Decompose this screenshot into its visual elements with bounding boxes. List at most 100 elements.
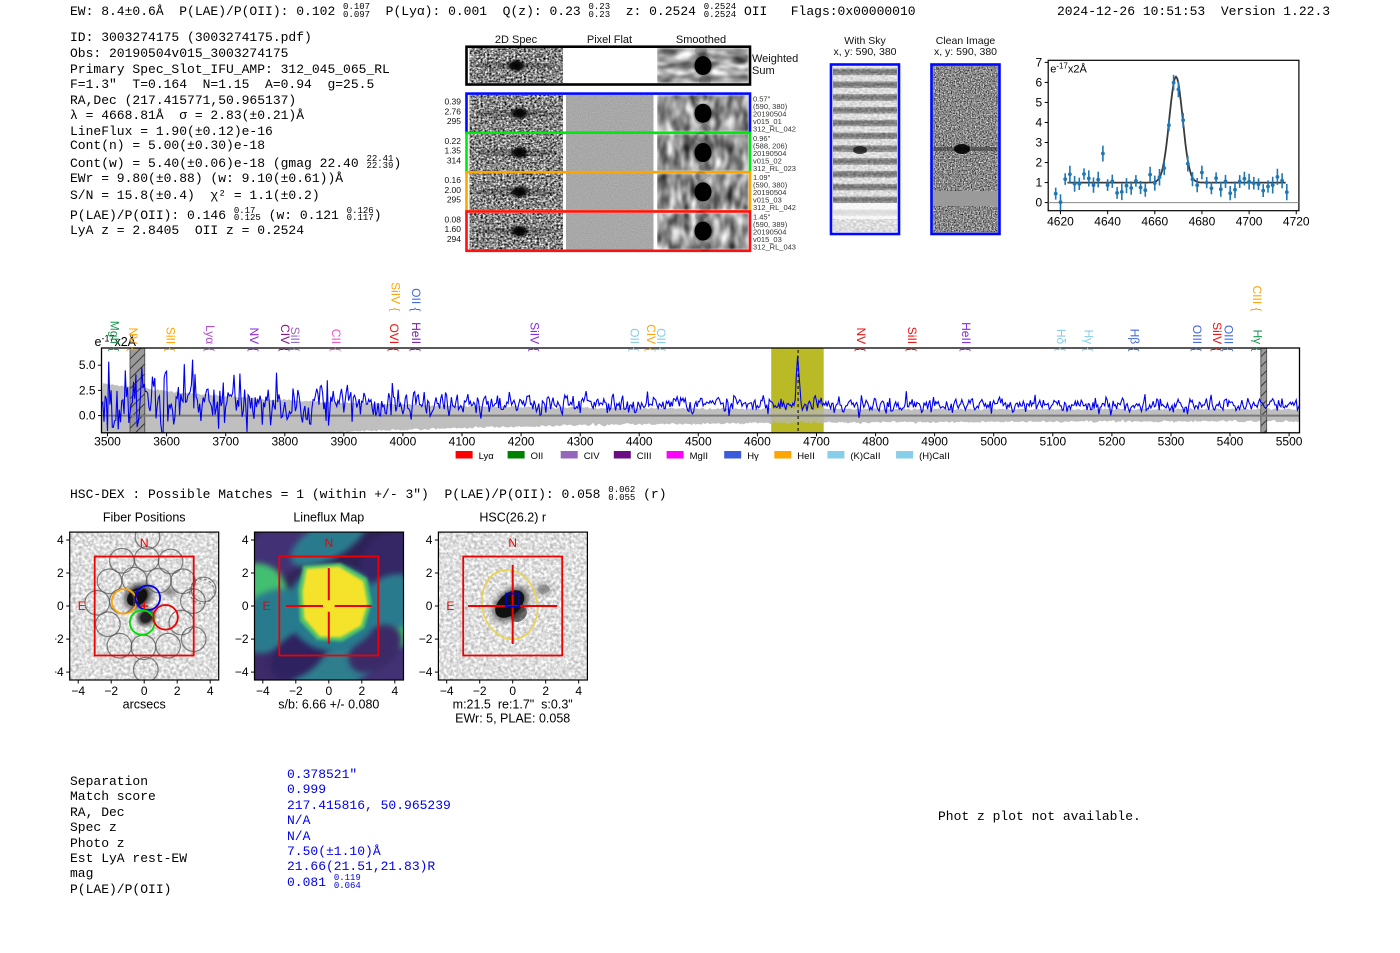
svg-text:6: 6: [1036, 75, 1043, 89]
svg-text:s/b: 6.66 +/- 0.080: s/b: 6.66 +/- 0.080: [278, 698, 379, 712]
svg-text:SiIV {: SiIV {: [389, 282, 403, 311]
svg-text:N: N: [508, 536, 517, 550]
svg-text:NV {: NV {: [247, 327, 261, 351]
svg-text:−4: −4: [419, 665, 433, 679]
svg-text:CIII: CIII: [637, 451, 652, 462]
svg-text:3500: 3500: [94, 434, 121, 448]
svg-text:SiII {: SiII {: [164, 327, 178, 352]
svg-text:4640: 4640: [1094, 215, 1121, 229]
svg-text:5: 5: [1036, 95, 1043, 109]
svg-text:0.22: 0.22: [444, 136, 461, 146]
svg-text:4720: 4720: [1283, 215, 1310, 229]
svg-text:Hγ: Hγ: [747, 451, 759, 462]
svg-text:OIII {: OIII {: [1190, 325, 1204, 352]
svg-text:295: 295: [447, 195, 461, 205]
svg-text:−2: −2: [419, 632, 433, 646]
svg-text:−4: −4: [55, 665, 64, 679]
svg-text:HSC(26.2) r: HSC(26.2) r: [479, 511, 546, 525]
svg-text:−2: −2: [104, 684, 118, 698]
svg-text:3600: 3600: [153, 434, 180, 448]
svg-text:2: 2: [358, 684, 365, 698]
svg-text:Weighted: Weighted: [752, 53, 798, 65]
svg-text:2: 2: [242, 566, 249, 580]
svg-text:3700: 3700: [212, 434, 239, 448]
svg-text:4: 4: [391, 684, 398, 698]
svg-text:4600: 4600: [744, 434, 771, 448]
svg-text:4: 4: [1036, 115, 1043, 129]
svg-text:Lineflux Map: Lineflux Map: [293, 511, 364, 525]
svg-text:x, y: 590, 380: x, y: 590, 380: [934, 46, 997, 58]
svg-text:OII {: OII {: [654, 328, 668, 351]
svg-text:0.39: 0.39: [444, 97, 461, 107]
svg-text:5.0: 5.0: [79, 358, 96, 372]
svg-text:Lyα: Lyα: [479, 451, 495, 462]
svg-text:Pixel Flat: Pixel Flat: [587, 34, 632, 46]
svg-text:2.5: 2.5: [79, 383, 96, 397]
svg-text:1.60: 1.60: [444, 224, 461, 234]
svg-text:−4: −4: [256, 684, 270, 698]
svg-text:314: 314: [447, 155, 461, 165]
svg-text:HeII: HeII: [797, 451, 814, 462]
svg-text:Hγ {: Hγ {: [1251, 329, 1265, 351]
svg-text:OII: OII: [531, 451, 544, 462]
svg-text:2: 2: [542, 684, 549, 698]
svg-text:NV {: NV {: [126, 327, 140, 351]
svg-text:312_RL_023: 312_RL_023: [753, 164, 796, 173]
svg-text:HeII {: HeII {: [409, 322, 423, 351]
svg-text:1.35: 1.35: [444, 146, 461, 156]
svg-text:3800: 3800: [271, 434, 298, 448]
svg-text:Hγ {: Hγ {: [1082, 329, 1096, 351]
svg-text:4400: 4400: [626, 434, 653, 448]
svg-text:0: 0: [325, 684, 332, 698]
svg-text:5400: 5400: [1217, 434, 1244, 448]
svg-text:4680: 4680: [1189, 215, 1216, 229]
svg-text:OIII {: OIII {: [1222, 325, 1236, 352]
svg-text:Lyα {: Lyα {: [203, 325, 217, 352]
svg-text:0: 0: [426, 599, 433, 613]
svg-text:E: E: [78, 599, 86, 613]
svg-text:Hδ {: Hδ {: [1054, 329, 1068, 352]
svg-text:SiII {: SiII {: [905, 327, 919, 352]
svg-text:4900: 4900: [921, 434, 948, 448]
svg-text:−2: −2: [55, 632, 64, 646]
svg-text:−4: −4: [440, 684, 454, 698]
svg-text:5100: 5100: [1039, 434, 1066, 448]
svg-text:m:21.5 re:1.7" s:0.3": m:21.5 re:1.7" s:0.3": [453, 698, 573, 712]
svg-text:e-17x2Å: e-17x2Å: [1050, 61, 1087, 75]
svg-text:0: 0: [1036, 196, 1043, 210]
svg-text:E: E: [446, 599, 454, 613]
svg-text:−2: −2: [289, 684, 303, 698]
svg-text:3900: 3900: [330, 434, 357, 448]
svg-text:4800: 4800: [862, 434, 889, 448]
svg-text:312_RL_043: 312_RL_043: [753, 243, 796, 252]
svg-text:NV {: NV {: [854, 327, 868, 351]
svg-text:4000: 4000: [390, 434, 417, 448]
svg-text:0: 0: [242, 599, 249, 613]
svg-text:0.08: 0.08: [444, 215, 461, 225]
svg-text:3: 3: [1036, 136, 1043, 150]
svg-text:4: 4: [207, 684, 214, 698]
svg-text:2: 2: [174, 684, 181, 698]
svg-text:SiIV {: SiIV {: [528, 322, 542, 351]
svg-text:5200: 5200: [1099, 434, 1126, 448]
svg-text:−4: −4: [235, 665, 249, 679]
svg-text:5500: 5500: [1276, 434, 1303, 448]
svg-text:OII {: OII {: [409, 288, 423, 311]
svg-text:Smoothed: Smoothed: [676, 34, 726, 46]
svg-text:0: 0: [141, 684, 148, 698]
svg-text:4: 4: [57, 533, 64, 547]
svg-text:CIII {: CIII {: [1250, 285, 1264, 311]
svg-text:2.76: 2.76: [444, 106, 461, 116]
svg-text:4300: 4300: [567, 434, 594, 448]
svg-text:295: 295: [447, 116, 461, 126]
svg-text:2.00: 2.00: [444, 185, 461, 195]
svg-text:4620: 4620: [1047, 215, 1074, 229]
svg-text:(H)CaII: (H)CaII: [919, 451, 950, 462]
svg-text:HeII {: HeII {: [959, 322, 973, 351]
svg-text:4: 4: [242, 533, 249, 547]
svg-text:4100: 4100: [449, 434, 476, 448]
svg-text:0: 0: [509, 684, 516, 698]
svg-text:7: 7: [1036, 55, 1043, 69]
svg-text:4: 4: [575, 684, 582, 698]
svg-text:CII {: CII {: [329, 329, 343, 352]
